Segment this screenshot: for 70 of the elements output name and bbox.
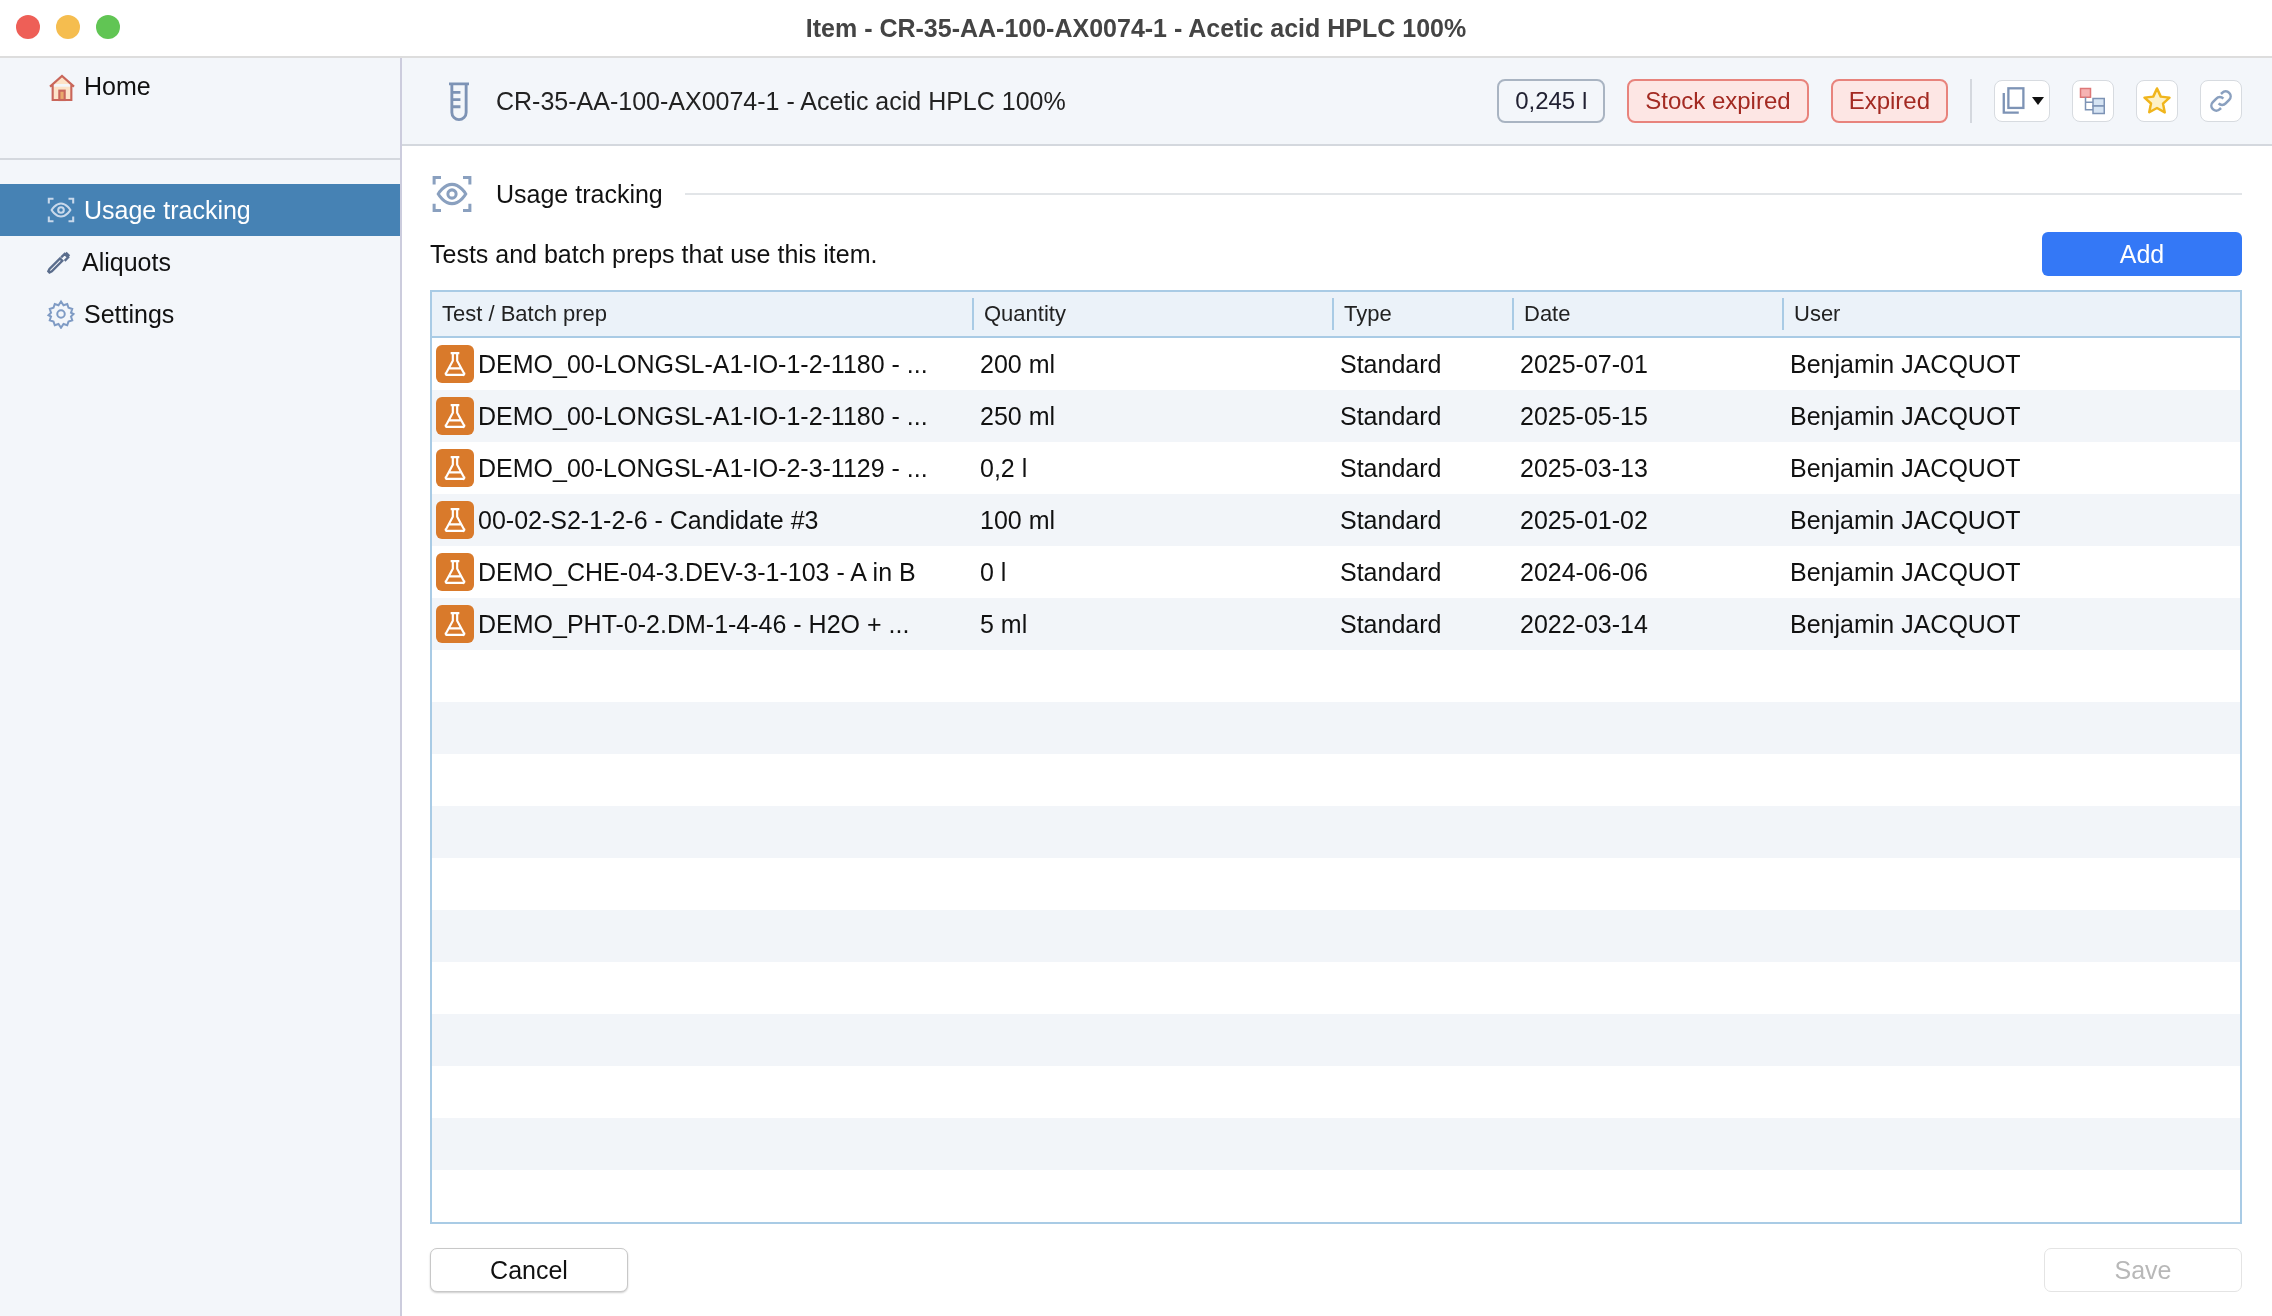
add-button[interactable]: Add: [2042, 232, 2242, 276]
table-row[interactable]: DEMO_PHT-0-2.DM-1-4-46 - H2O + ... 5 ml Standard 2022-03-14 Benjamin JACQUOT: [432, 598, 2240, 650]
hierarchy-button[interactable]: [2072, 80, 2114, 122]
table-cell: 0 l: [980, 557, 1007, 587]
item-title: CR-35-AA-100-AX0074-1 - Acetic acid HPLC 100%: [496, 86, 1067, 116]
minimize-button[interactable]: [56, 15, 80, 39]
star-icon: [2142, 86, 2172, 116]
table-cell: 2025-05-15: [1520, 401, 1648, 431]
table-cell: 2025-07-01: [1520, 349, 1648, 379]
close-button[interactable]: [16, 15, 40, 39]
table-cell: 200 ml: [980, 349, 1056, 379]
column-header[interactable]: User: [1782, 298, 2240, 330]
status-badge: Expired: [1830, 79, 1948, 123]
table-cell: 00-02-S2-1-2-6 - Candidate #3: [478, 505, 819, 535]
settings-icon: [46, 299, 76, 329]
table-cell: 2025-03-13: [1520, 453, 1648, 483]
home-link[interactable]: Home: [84, 72, 151, 101]
table-cell: Standard: [1340, 401, 1442, 431]
table-cell: Standard: [1340, 557, 1442, 587]
table-cell: Benjamin JACQUOT: [1790, 505, 2021, 535]
table-cell: DEMO_CHE-04-3.DEV-3-1-103 - A in B: [478, 557, 916, 587]
flask-icon: [442, 403, 468, 429]
table-cell: Standard: [1340, 505, 1442, 535]
table-cell: DEMO_00-LONGSL-A1-IO-1-2-1180 - ...: [478, 401, 928, 431]
column-header[interactable]: Type: [1332, 298, 1512, 330]
table-cell: 100 ml: [980, 505, 1056, 535]
table-cell: DEMO_00-LONGSL-A1-IO-1-2-1180 - ...: [478, 349, 928, 379]
status-badge: Stock expired: [1627, 79, 1809, 123]
table-cell: 2022-03-14: [1520, 609, 1648, 639]
column-header[interactable]: Quantity: [972, 298, 1332, 330]
flask-icon: [442, 559, 468, 585]
copy-dropdown-button[interactable]: [1994, 80, 2050, 122]
table-cell: 2025-01-02: [1520, 505, 1648, 535]
cancel-button[interactable]: Cancel: [430, 1248, 628, 1292]
link-icon: [2207, 87, 2235, 115]
flask-icon: [442, 455, 468, 481]
table-cell: 250 ml: [980, 401, 1056, 431]
table-cell: Standard: [1340, 453, 1442, 483]
table-cell: Benjamin JACQUOT: [1790, 453, 2021, 483]
table-cell: 5 ml: [980, 609, 1028, 639]
flask-icon: [442, 507, 468, 533]
flask-icon: [442, 351, 468, 377]
flask-icon: [442, 611, 468, 637]
table-cell: DEMO_00-LONGSL-A1-IO-2-3-1129 - ...: [478, 453, 928, 483]
sidebar-item[interactable]: Usage tracking: [0, 184, 400, 236]
section-description: Tests and batch preps that use this item.: [430, 239, 878, 269]
favorite-button[interactable]: [2136, 80, 2178, 122]
table-cell: Benjamin JACQUOT: [1790, 609, 2021, 639]
table-row[interactable]: 00-02-S2-1-2-6 - Candidate #3 100 ml Standard 2025-01-02 Benjamin JACQUOT: [432, 494, 2240, 546]
hierarchy-icon: [2078, 86, 2108, 116]
table-cell: DEMO_PHT-0-2.DM-1-4-46 - H2O + ...: [478, 609, 910, 639]
table-cell: Benjamin JACQUOT: [1790, 557, 2021, 587]
table-cell: 2024-06-06: [1520, 557, 1648, 587]
link-button[interactable]: [2200, 80, 2242, 122]
quantity-badge: 0,245 l: [1497, 79, 1606, 123]
table-cell: Standard: [1340, 609, 1442, 639]
column-header[interactable]: Date: [1512, 298, 1782, 330]
caret-icon: [2031, 96, 2045, 106]
sidebar-item[interactable]: Settings: [0, 288, 400, 340]
sidebar-item[interactable]: Aliquots: [0, 236, 400, 288]
table-cell: Benjamin JACQUOT: [1790, 349, 2021, 379]
table-row[interactable]: DEMO_00-LONGSL-A1-IO-1-2-1180 - ... 250 ml Standard 2025-05-15 Benjamin JACQUOT: [432, 390, 2240, 442]
table-cell: Standard: [1340, 349, 1442, 379]
table-cell: Benjamin JACQUOT: [1790, 401, 2021, 431]
window-title: Item - CR-35-AA-100-AX0074-1 - Acetic acid HPLC 100%: [805, 13, 1467, 43]
section-title: Usage tracking: [496, 179, 663, 209]
eye-icon: [46, 195, 76, 225]
column-header[interactable]: Test / Batch prep: [432, 298, 972, 330]
table-cell: 0,2 l: [980, 453, 1028, 483]
zoom-button[interactable]: [96, 15, 120, 39]
